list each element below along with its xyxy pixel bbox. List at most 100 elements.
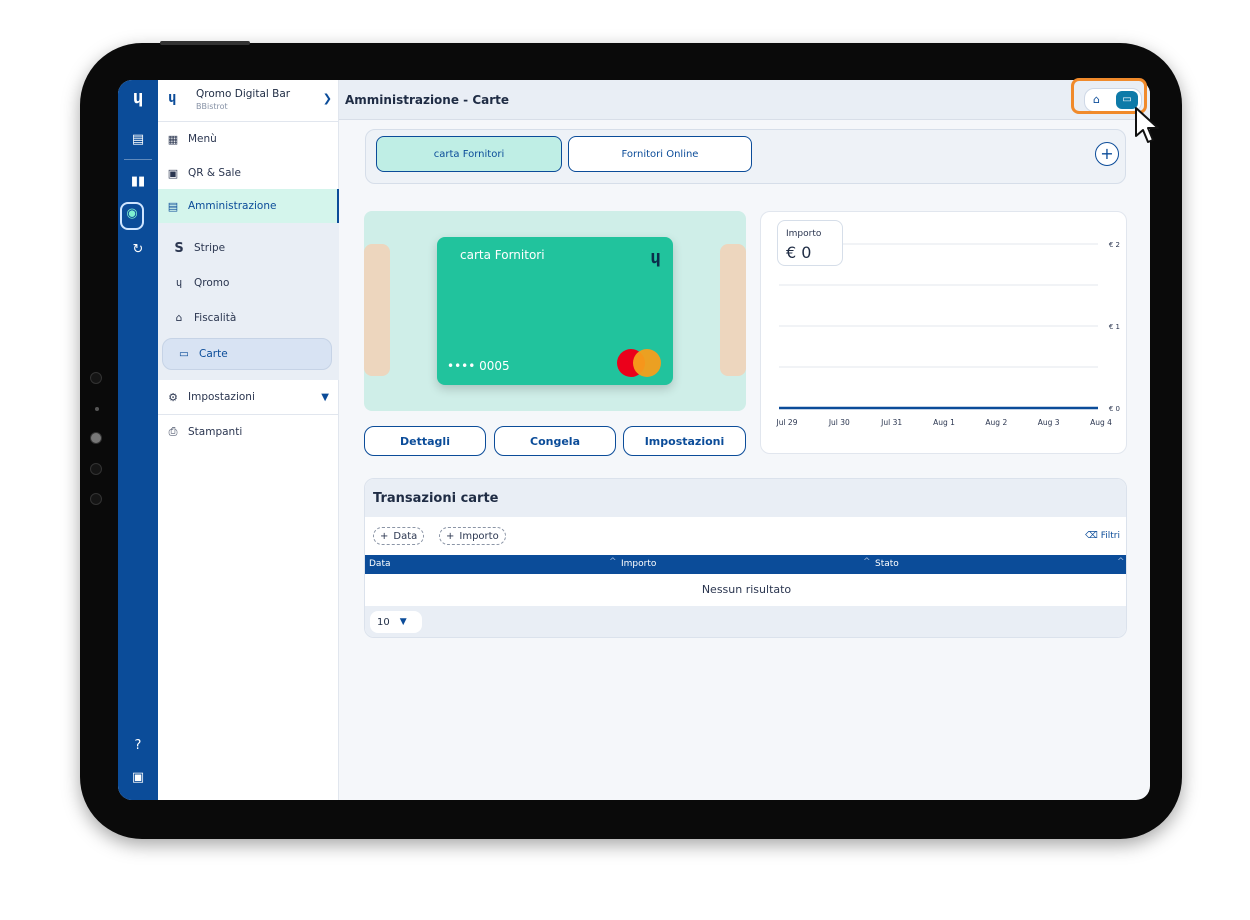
next-card-preview[interactable] xyxy=(720,244,746,376)
stats-icon[interactable]: ▮▮ xyxy=(126,170,150,194)
admin-icon[interactable]: ◉ xyxy=(120,202,144,230)
sidebar: ɥ Qromo Digital Bar BBistrot ❯ ▦ Menù ▣ … xyxy=(158,80,339,800)
business-name: Qromo Digital Bar xyxy=(196,88,291,100)
bank-icon: ⌂ xyxy=(175,312,183,324)
sidebar-item-carte[interactable]: ▭ Carte xyxy=(162,338,332,370)
column-data[interactable]: Data xyxy=(369,559,391,569)
menu-book-icon[interactable]: ▤ xyxy=(126,128,150,152)
qromo-logo-icon: ɥ xyxy=(650,247,661,268)
app-screen: ɥ ▤ ▮▮ ◉ ↻ ? ▣ ɥ Qromo Digital Bar BBist… xyxy=(118,80,1150,800)
column-stato[interactable]: Stato xyxy=(875,559,899,569)
clear-filters-label: Filtri xyxy=(1100,531,1120,541)
chevron-down-icon: ▼ xyxy=(321,391,329,403)
activity-icon[interactable]: ↻ xyxy=(126,238,150,262)
table-footer: 10 ▼ xyxy=(365,606,1126,637)
chevron-down-icon: ❯ xyxy=(322,92,332,105)
tablet-notch xyxy=(160,41,250,45)
business-selector[interactable]: ɥ Qromo Digital Bar BBistrot ❯ xyxy=(158,80,338,122)
column-importo[interactable]: Importo xyxy=(621,559,656,569)
sensor-dot-2 xyxy=(90,463,102,475)
sidebar-item-label: Amministrazione xyxy=(188,200,277,212)
monitor-icon[interactable]: ▣ xyxy=(126,766,150,790)
y-tick-label: € 2 xyxy=(1109,241,1120,249)
plus-icon: + xyxy=(446,530,455,542)
admin-list-icon: ▤ xyxy=(167,199,179,213)
sidebar-item-menu[interactable]: ▦ Menù xyxy=(158,122,339,156)
mastercard-logo-icon xyxy=(617,349,661,377)
table-header: Data ^ Importo ^ Stato ^ xyxy=(365,555,1126,574)
business-subname: BBistrot xyxy=(196,102,228,111)
y-tick-label: € 0 xyxy=(1109,405,1120,413)
x-tick-label: Aug 3 xyxy=(1038,418,1060,427)
payment-card[interactable]: carta Fornitori ɥ •••• 0005 xyxy=(437,237,673,385)
card-settings-button[interactable]: Impostazioni xyxy=(623,426,746,456)
qromo-icon: ɥ xyxy=(175,277,183,289)
help-icon[interactable]: ? xyxy=(126,734,150,758)
x-tick-label: Jul 29 xyxy=(776,418,798,427)
camera-dot xyxy=(90,372,102,384)
x-tick-label: Jul 30 xyxy=(828,418,850,427)
bank-view-icon[interactable]: ⌂ xyxy=(1093,93,1100,106)
clear-filters-button[interactable]: ⌫ Filtri xyxy=(1085,531,1120,541)
filter-chip-label: Importo xyxy=(459,530,499,542)
left-rail: ɥ ▤ ▮▮ ◉ ↻ ? ▣ xyxy=(118,80,158,800)
qromo-logo-icon[interactable]: ɥ xyxy=(126,86,150,110)
sidebar-item-label: Qromo xyxy=(194,277,230,289)
sidebar-item-label: Impostazioni xyxy=(188,391,255,403)
sidebar-item-qr-sale[interactable]: ▣ QR & Sale xyxy=(158,156,339,190)
tab-fornitori-online[interactable]: Fornitori Online xyxy=(568,136,752,172)
sidebar-item-label: Stripe xyxy=(194,242,226,254)
x-tick-label: Aug 4 xyxy=(1090,418,1112,427)
x-tick-label: Aug 1 xyxy=(933,418,955,427)
sort-icon[interactable]: ^ xyxy=(863,557,871,567)
amministrazione-submenu: S Stripe ɥ Qromo ⌂ Fiscalità ▭ Carte xyxy=(158,223,339,380)
filter-chip-importo[interactable]: + Importo xyxy=(439,527,506,545)
rail-divider xyxy=(124,159,152,160)
top-bar: Amministrazione - Carte ⌂ ▭ xyxy=(339,80,1150,120)
plus-icon: + xyxy=(380,530,389,542)
printer-icon: ⎙ xyxy=(168,425,178,438)
y-tick-label: € 1 xyxy=(1109,323,1120,331)
chevron-down-icon: ▼ xyxy=(399,617,407,627)
card-tabs-bar: carta Fornitori Fornitori Online + xyxy=(365,129,1126,184)
details-button[interactable]: Dettagli xyxy=(364,426,486,456)
sidebar-item-stampanti[interactable]: ⎙ Stampanti xyxy=(158,415,339,449)
sort-icon[interactable]: ^ xyxy=(1117,557,1125,567)
mouse-cursor-icon xyxy=(1135,107,1159,143)
add-card-button[interactable]: + xyxy=(1095,142,1119,166)
sidebar-item-fiscalita[interactable]: ⌂ Fiscalità xyxy=(158,301,339,335)
prev-card-preview[interactable] xyxy=(364,244,390,376)
menu-icon: ▦ xyxy=(167,132,179,146)
sidebar-item-qromo[interactable]: ɥ Qromo xyxy=(158,266,339,300)
card-name: carta Fornitori xyxy=(460,248,545,262)
sidebar-item-amministrazione[interactable]: ▤ Amministrazione xyxy=(158,189,339,223)
sort-icon[interactable]: ^ xyxy=(609,557,617,567)
transactions-panel: Transazioni carte + Data + Importo ⌫ Fil… xyxy=(364,478,1127,638)
sidebar-item-impostazioni[interactable]: ⚙ Impostazioni ▼ xyxy=(158,380,339,414)
x-tick-label: Aug 2 xyxy=(985,418,1007,427)
amount-chart: € 2 € 1 € 0 Jul 29 Jul 30 Jul 31 Aug 1 Aug 2 Aug… xyxy=(760,211,1127,454)
amount-summary: Importo € 0 xyxy=(777,220,843,266)
trash-icon: ⌫ xyxy=(1085,531,1098,541)
amount-label: Importo xyxy=(786,229,822,239)
sidebar-item-stripe[interactable]: S Stripe xyxy=(158,231,339,265)
filter-chip-data[interactable]: + Data xyxy=(373,527,425,545)
sidebar-item-label: Menù xyxy=(188,133,217,145)
page-size-value: 10 xyxy=(377,616,390,628)
sidebar-item-label: Stampanti xyxy=(188,426,243,438)
sidebar-item-label: Fiscalità xyxy=(194,312,237,324)
sensor-dot xyxy=(95,407,99,411)
card-icon: ▭ xyxy=(179,348,189,360)
sidebar-item-label: Carte xyxy=(199,348,228,360)
freeze-button[interactable]: Congela xyxy=(494,426,616,456)
card-carousel: carta Fornitori ɥ •••• 0005 xyxy=(364,211,746,411)
tab-carta-fornitori[interactable]: carta Fornitori xyxy=(376,136,562,172)
sidebar-item-label: QR & Sale xyxy=(188,167,241,179)
amount-value: € 0 xyxy=(786,243,812,262)
qr-icon: ▣ xyxy=(167,166,179,180)
empty-state: Nessun risultato xyxy=(701,583,792,596)
business-logo-icon: ɥ xyxy=(168,90,177,106)
page-size-select[interactable]: 10 ▼ xyxy=(370,611,422,633)
filter-chip-label: Data xyxy=(393,530,418,542)
transactions-title: Transazioni carte xyxy=(373,491,499,506)
